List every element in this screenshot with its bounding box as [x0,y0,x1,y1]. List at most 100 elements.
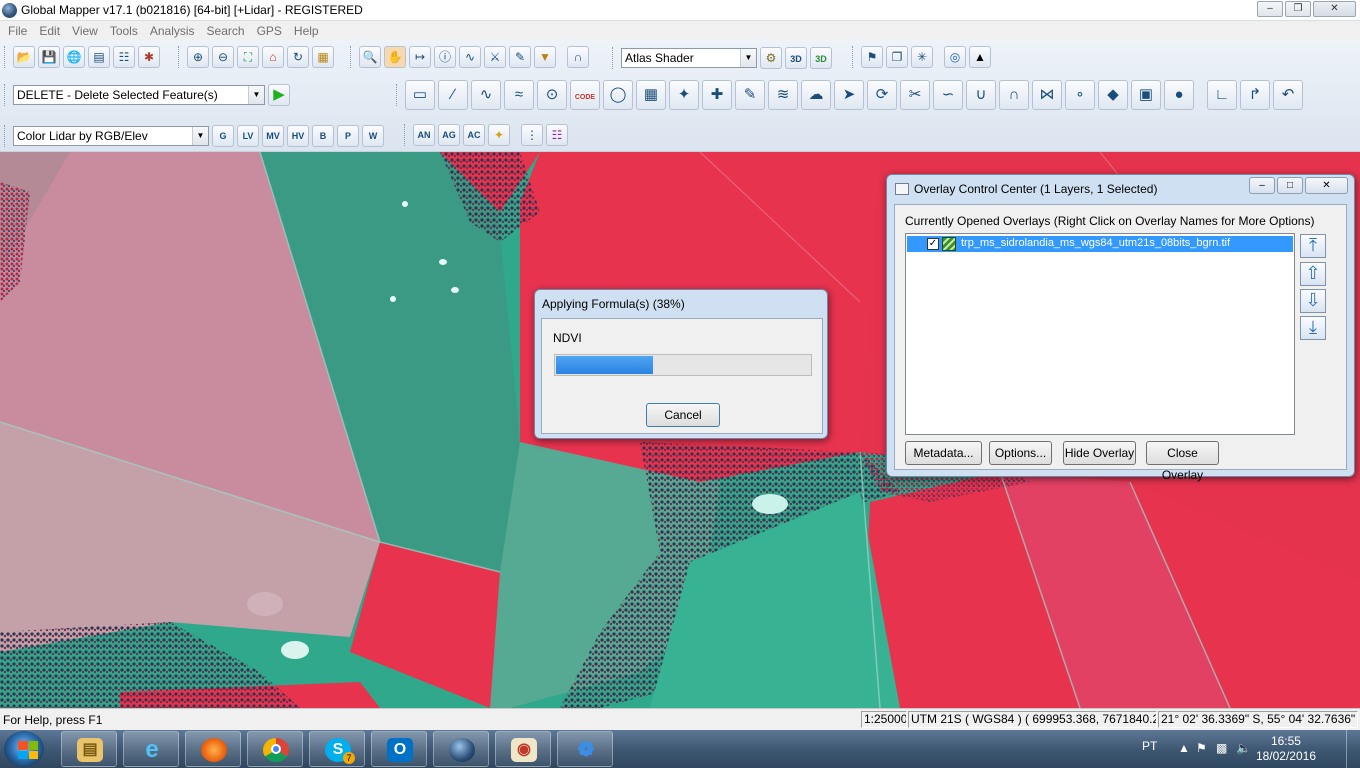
tools-icon[interactable]: ✱ [138,46,160,68]
menu-edit[interactable]: Edit [33,24,66,38]
edit-vertices-icon[interactable]: ✎ [735,80,765,110]
language-indicator[interactable]: PT [1142,739,1157,753]
crop-icon[interactable]: ▣ [1131,80,1161,110]
minimize-button[interactable]: – [1257,1,1283,17]
taskbar-firefox[interactable] [185,731,241,767]
menu-help[interactable]: Help [288,24,325,38]
toolbar-grip[interactable] [350,46,353,68]
options-button[interactable]: Options... [989,441,1052,465]
menu-gps[interactable]: GPS [251,24,288,38]
analysis-ac-icon[interactable]: AC [463,124,485,146]
zoom-in-icon[interactable]: ⊕ [187,46,209,68]
print-icon[interactable]: ▤ [88,46,110,68]
show-hidden-icons-icon[interactable]: ▲ [1178,741,1190,755]
digitizer-select[interactable]: DELETE - Delete Selected Feature(s) ▼ [13,85,265,105]
combine-icon[interactable]: ⋈ [1032,80,1062,110]
layer-visible-checkbox[interactable]: ✓ [927,238,939,250]
clock[interactable]: 16:55 18/02/2016 [1256,734,1316,764]
gps-target-icon[interactable]: ◎ [944,46,966,68]
overlay-maximize-button[interactable]: □ [1277,177,1303,194]
toolbar-grip[interactable] [612,47,615,69]
pan-hand-icon[interactable]: ✋ [384,46,406,68]
analysis-an-icon[interactable]: AN [413,124,435,146]
arch-icon[interactable]: ∩ [567,46,589,68]
vertex-edit-icon[interactable]: ✦ [669,80,699,110]
rotate-icon[interactable]: ⟳ [867,80,897,110]
start-button[interactable] [4,731,44,767]
overlay-list-item[interactable]: ✓ trp_ms_sidrolandia_ms_wgs84_utm21s_08b… [907,236,1293,252]
menu-analysis[interactable]: Analysis [144,24,201,38]
path-profile-icon[interactable]: ∿ [459,46,481,68]
line-tool-icon[interactable]: ➤ [834,80,864,110]
grid-create-icon[interactable]: ▦ [636,80,666,110]
move-to-bottom-button[interactable]: ⤓ [1300,316,1326,340]
restore-button[interactable]: ❐ [1285,1,1311,17]
lidar-med-veg-icon[interactable]: MV [262,125,284,147]
blob-icon[interactable]: ● [1164,80,1194,110]
metadata-button[interactable]: Metadata... [905,441,982,465]
cancel-button[interactable]: Cancel [646,403,720,427]
play-icon[interactable]: ▶ [268,84,290,106]
save-icon[interactable]: 💾 [38,46,60,68]
north-arrow-icon[interactable]: ▲ [969,46,991,68]
lidar-building-icon[interactable]: B [312,125,334,147]
code-icon[interactable]: CODE [570,80,600,110]
spark-icon[interactable]: ✳ [911,46,933,68]
taskbar-internet-explorer[interactable]: e [123,731,179,767]
taskbar-global-mapper[interactable] [433,731,489,767]
union-icon[interactable]: ∪ [966,80,996,110]
volume-icon[interactable]: 🔈 [1236,741,1251,755]
taskbar-skype[interactable]: S7 [309,731,365,767]
merge-icon[interactable]: ◆ [1098,80,1128,110]
move-down-button[interactable]: ⇩ [1300,289,1326,313]
menu-file[interactable]: File [2,24,33,38]
lidar-filter-icon[interactable]: ⋮ [521,124,543,146]
lidar-water-icon[interactable]: W [362,125,384,147]
corner-icon[interactable]: ∟ [1207,80,1237,110]
toolbar-grip[interactable] [4,46,7,68]
toolbar-grip[interactable] [404,124,407,146]
create-line-icon[interactable]: ∕ [438,80,468,110]
lidar-powerline-icon[interactable]: P [337,125,359,147]
lidar-ground-icon[interactable]: G [212,125,234,147]
zoom-out-icon[interactable]: ⊖ [212,46,234,68]
layers-icon[interactable]: ☷ [113,46,135,68]
create-area-icon[interactable]: ▭ [405,80,435,110]
create-point-icon[interactable]: ⊙ [537,80,567,110]
reshape-icon[interactable]: ≋ [768,80,798,110]
view-3d-alt-icon[interactable]: 3D [810,47,832,69]
taskbar-outlook[interactable]: O [371,731,427,767]
home-icon[interactable]: ⌂ [262,46,284,68]
buffer-icon[interactable]: ☁ [801,80,831,110]
taskbar-chrome[interactable] [247,731,303,767]
taskbar-file-explorer[interactable]: ▤ [61,731,117,767]
simplify-icon[interactable]: ∘ [1065,80,1095,110]
tower-icon[interactable]: ⚔ [484,46,506,68]
smooth-icon[interactable]: ∽ [933,80,963,110]
lidar-grid-icon[interactable]: ☷ [546,124,568,146]
undo-icon[interactable]: ↶ [1273,80,1303,110]
web-data-icon[interactable]: 🌐 [63,46,85,68]
view-3d-icon[interactable]: 3D [785,47,807,69]
lidar-high-veg-icon[interactable]: HV [287,125,309,147]
cut-icon[interactable]: ✂ [900,80,930,110]
close-overlay-button[interactable]: Close Overlay [1146,441,1219,482]
toolbar-grip[interactable] [852,46,855,68]
create-line-alt-icon[interactable]: ∿ [471,80,501,110]
intersect-icon[interactable]: ∩ [999,80,1029,110]
create-curve-icon[interactable]: ≈ [504,80,534,110]
action-center-flag-icon[interactable]: ⚑ [1196,741,1207,755]
toolbar-grip[interactable] [4,84,7,106]
measure-icon[interactable]: ↦ [409,46,431,68]
move-up-button[interactable]: ⇧ [1300,262,1326,286]
analysis-ag-icon[interactable]: AG [438,124,460,146]
move-to-top-button[interactable]: ⤒ [1300,234,1326,258]
toolbar-grip[interactable] [396,84,399,106]
overlay-minimize-button[interactable]: – [1249,177,1275,194]
step-icon[interactable]: ↱ [1240,80,1270,110]
close-button[interactable]: ✕ [1313,1,1356,17]
funnel-icon[interactable]: ▼ [534,46,556,68]
taskbar-snipping-tool[interactable]: ❁ [557,731,613,767]
copy-icon[interactable]: ❐ [886,46,908,68]
flag-icon[interactable]: ⚑ [861,46,883,68]
